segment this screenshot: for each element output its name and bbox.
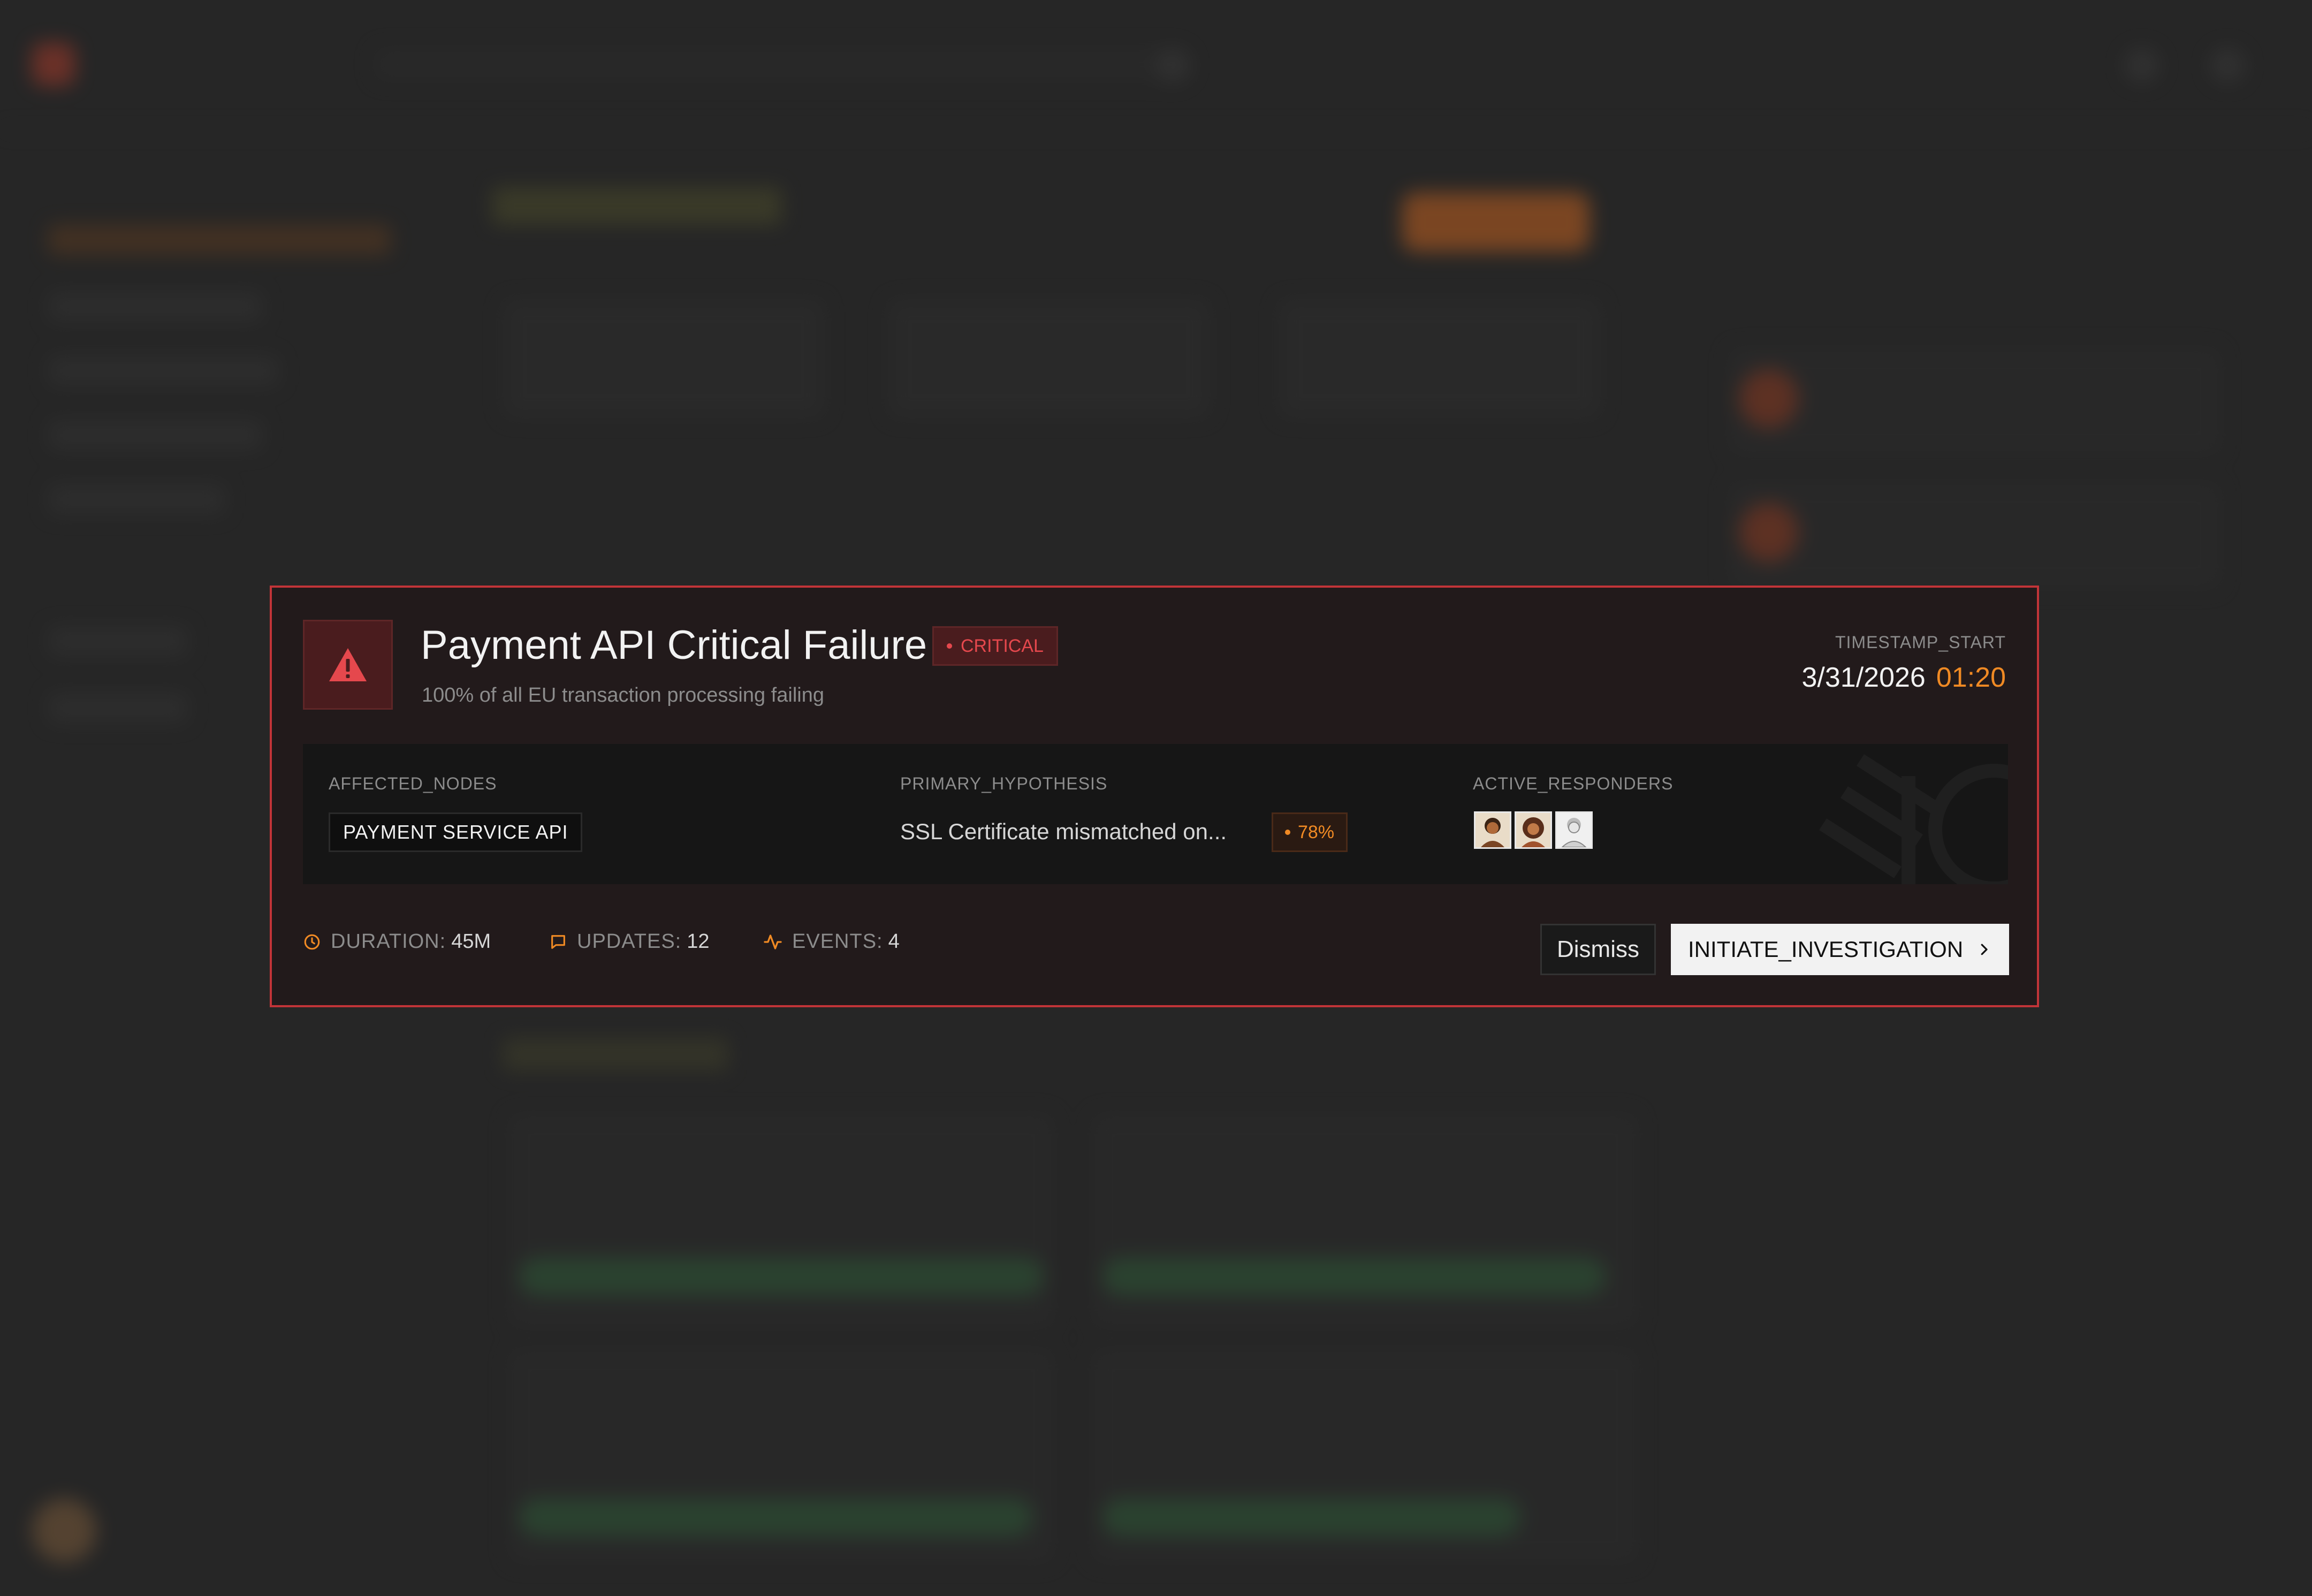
sidebar-item: [48, 626, 187, 656]
message-square-icon: [551, 934, 565, 949]
sidebar-item: [48, 693, 187, 723]
dismiss-label: Dismiss: [1557, 936, 1639, 962]
initiate-investigation-label: INITIATE_INVESTIGATION: [1688, 937, 1964, 962]
duration-value: 45M: [451, 930, 491, 953]
sidebar-item: [48, 292, 262, 322]
search-bar: [375, 48, 1177, 80]
hypothesis-label: PRIMARY_HYPOTHESIS: [900, 774, 1108, 793]
incident-alert-modal: Payment API Critical Failure CRITICAL 10…: [270, 586, 2039, 1007]
section-heading: [503, 1038, 728, 1070]
updates-value: 12: [687, 930, 710, 953]
primary-action: [1402, 193, 1590, 252]
warning-triangle-icon: [329, 648, 367, 681]
severity-label: CRITICAL: [961, 635, 1044, 656]
confidence-dot: [1285, 830, 1290, 835]
health-bar: [1102, 1258, 1606, 1295]
affected-node-chip[interactable]: PAYMENT SERVICE API: [329, 812, 583, 852]
responder-avatars: [1474, 811, 1593, 849]
settings-icon: [2210, 48, 2245, 82]
initiate-investigation-button[interactable]: INITIATE_INVESTIGATION: [1671, 924, 2009, 975]
page-heading: [492, 187, 781, 225]
duration-metric: DURATION: 45M: [303, 930, 491, 953]
updates-metric: UPDATES: 12: [549, 930, 710, 953]
sidebar-item: [48, 420, 262, 450]
sidebar-item: [48, 484, 225, 514]
responder-avatar[interactable]: [1515, 811, 1552, 849]
stat-card: [1279, 300, 1600, 417]
incident-dot: [1739, 369, 1798, 428]
dismiss-button[interactable]: Dismiss: [1540, 924, 1656, 975]
sidebar-item: [48, 356, 278, 386]
affected-nodes-label: AFFECTED_NODES: [329, 774, 497, 793]
incident-dot: [1739, 503, 1798, 562]
activity-icon: [764, 934, 782, 949]
alert-icon-box: [303, 620, 393, 710]
timestamp-label: TIMESTAMP_START: [1835, 633, 2006, 652]
responder-avatar[interactable]: [1474, 811, 1511, 849]
service-card: [508, 1113, 1054, 1327]
stat-card: [503, 300, 824, 417]
incident-card: [1729, 482, 2221, 589]
incident-subtitle: 100% of all EU transaction processing fa…: [422, 684, 824, 706]
incident-details-panel: AFFECTED_NODES PAYMENT SERVICE API PRIMA…: [303, 744, 2008, 884]
confidence-badge: 78%: [1272, 812, 1348, 852]
events-metric: EVENTS: 4: [763, 930, 900, 953]
health-bar: [519, 1499, 1033, 1536]
chevron-right-icon: [1981, 944, 1988, 955]
incident-card: [1729, 348, 2221, 455]
responder-avatar[interactable]: [1555, 811, 1593, 849]
service-card: [1092, 1113, 1638, 1327]
command-icon: [1156, 48, 1190, 82]
updates-label: UPDATES:: [577, 930, 682, 953]
hypothesis-text: SSL Certificate mismatched on...: [900, 819, 1227, 844]
duration-label: DURATION:: [331, 930, 446, 953]
severity-dot: [947, 643, 952, 649]
user-avatar: [32, 1499, 96, 1563]
timestamp-value: 3/31/2026 01:20: [1802, 662, 2006, 694]
stat-card: [888, 300, 1210, 417]
events-label: EVENTS:: [792, 930, 883, 953]
clock-icon: [304, 934, 320, 949]
confidence-value: 78%: [1298, 822, 1335, 842]
timestamp-date: 3/31/2026: [1801, 662, 1926, 693]
decorative-graphic: [1819, 754, 2008, 884]
responders-label: ACTIVE_RESPONDERS: [1473, 774, 1674, 793]
severity-badge: CRITICAL: [932, 626, 1058, 666]
timestamp-time: 01:20: [1936, 662, 2006, 693]
incident-title: Payment API Critical Failure: [421, 622, 927, 668]
notification-icon: [2125, 48, 2159, 82]
health-bar: [1102, 1499, 1520, 1536]
events-value: 4: [888, 930, 900, 953]
health-bar: [519, 1258, 1044, 1295]
sidebar-item-active: [48, 225, 391, 255]
app-logo: [32, 43, 75, 86]
